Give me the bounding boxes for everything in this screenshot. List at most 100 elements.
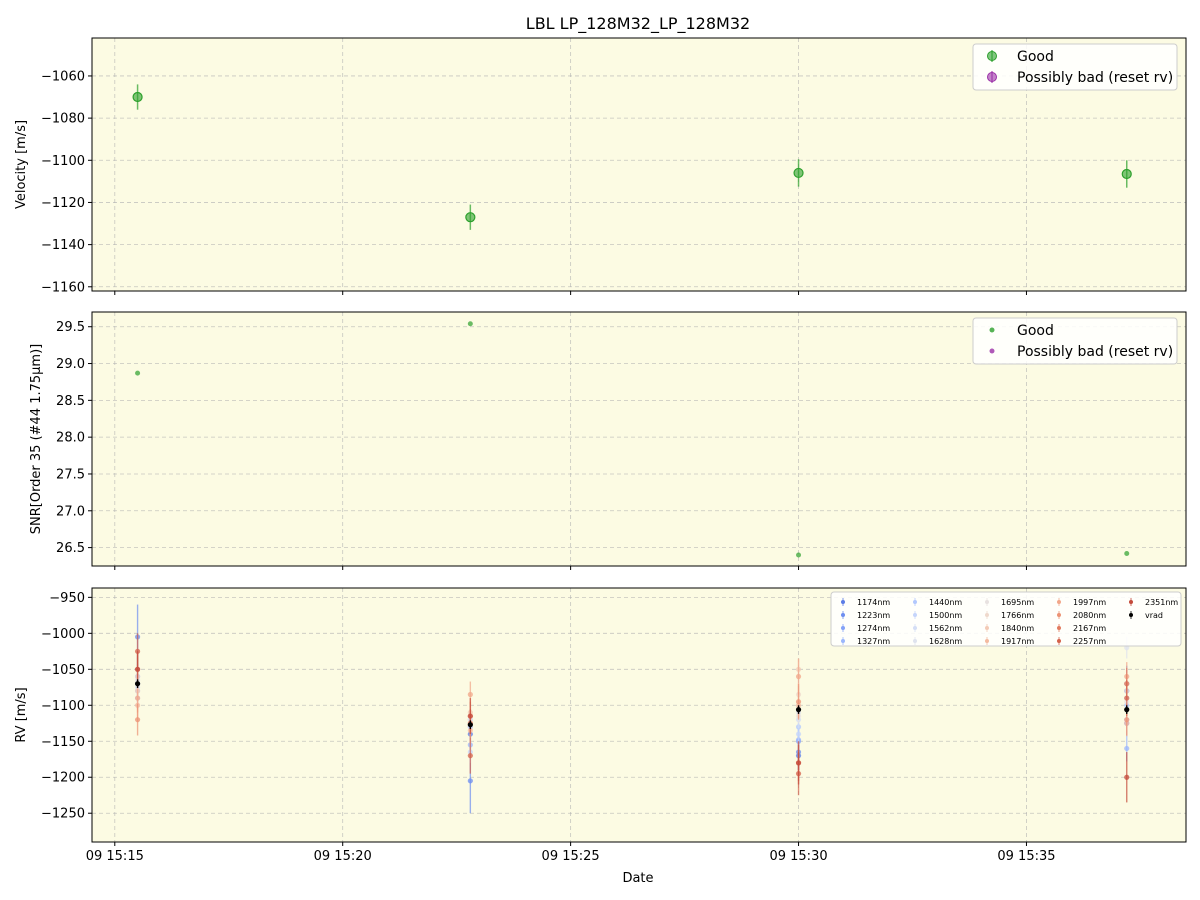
legend-label: Good <box>1017 49 1054 65</box>
legend-marker <box>913 626 917 630</box>
legend-marker <box>1129 613 1133 617</box>
y-tick-label: −1050 <box>41 663 85 678</box>
data-point <box>793 167 804 179</box>
legend-label: 1500nm <box>929 611 962 620</box>
x-tick-label: 09 15:35 <box>997 849 1055 864</box>
rv-point <box>467 713 473 719</box>
legend-label: 1562nm <box>929 624 962 633</box>
y-tick-label: −1000 <box>41 627 85 642</box>
y-tick-label: −1060 <box>41 69 85 84</box>
y-tick-label: −1100 <box>41 699 85 714</box>
y-tick-label: 29.0 <box>56 357 85 372</box>
legend-marker <box>987 72 997 82</box>
rv-point <box>1124 695 1130 701</box>
legend-marker <box>985 639 989 643</box>
x-tick-labels: 09 15:15 09 15:20 09 15:25 09 15:30 09 15:35 <box>86 849 1056 864</box>
figure: LBL LP_128M32_LP_128M32 −1060−1080−1100−… <box>14 14 1187 886</box>
x-tick-label: 09 15:25 <box>542 849 600 864</box>
legend-label: 2167nm <box>1073 624 1106 633</box>
legend-label: Possibly bad (reset rv) <box>1017 70 1173 86</box>
y-tick-label: −1120 <box>41 196 85 211</box>
y-axis-label: Velocity [m/s] <box>14 120 29 209</box>
y-tick-label: −1140 <box>41 238 85 253</box>
legend-marker <box>1057 613 1061 617</box>
vrad-point <box>1124 707 1130 713</box>
data-point <box>1121 168 1132 180</box>
y-tick-label: −1160 <box>41 280 85 295</box>
y-tick-label: −950 <box>49 591 85 606</box>
data-point <box>1124 550 1130 556</box>
legend-marker <box>841 600 845 604</box>
legend-marker <box>1057 639 1061 643</box>
rv-point <box>795 699 802 705</box>
data-point <box>796 552 802 558</box>
legend-label: 1917nm <box>1001 637 1034 646</box>
data-point <box>467 321 473 327</box>
x-tick-label: 09 15:20 <box>314 849 372 864</box>
legend-marker <box>987 51 997 61</box>
rv-point <box>134 717 141 723</box>
y-axis-label: RV [m/s] <box>14 687 29 742</box>
rv-point <box>467 778 473 784</box>
legend-label: vrad <box>1145 611 1163 620</box>
vrad-point <box>467 722 473 728</box>
data-point <box>465 212 476 223</box>
rv-point <box>795 760 802 766</box>
rv-panel: −950 −1000 −1050 −1100 −1150 −1200 −1250 RV [m/… <box>14 587 1187 846</box>
legend-marker <box>841 626 845 630</box>
x-axis-label: Date <box>622 871 653 886</box>
x-tick-label: 09 15:30 <box>769 849 827 864</box>
legend-label: 2080nm <box>1073 611 1106 620</box>
legend-marker <box>841 639 845 643</box>
y-tick-label: 27.0 <box>56 504 85 519</box>
legend-marker <box>1057 600 1061 604</box>
legend-marker <box>913 639 917 643</box>
velocity-panel: −1060 −1080 −1100 −1120 −1140 −1160 Velocity [… <box>14 37 1187 295</box>
legend-label: 1274nm <box>857 624 890 633</box>
y-tick-label: −1250 <box>41 807 85 822</box>
snr-panel: 29.5 29.0 28.5 28.0 27.5 27.0 26.5 SNR[Order 35… <box>29 311 1187 570</box>
legend-marker <box>1057 626 1061 630</box>
rv-point <box>134 666 141 672</box>
rv-point <box>467 691 473 698</box>
y-tick-label: −1200 <box>41 771 85 786</box>
y-tick-label: −1150 <box>41 735 85 750</box>
legend-label: 1628nm <box>929 637 962 646</box>
legend-label: 1766nm <box>1001 611 1034 620</box>
legend-label: 1174nm <box>857 598 890 607</box>
y-axis-label: SNR[Order 35 (#44 1.75μm)] <box>29 344 44 535</box>
rv-point <box>1124 774 1130 780</box>
x-tick-label: 09 15:15 <box>86 849 144 864</box>
legend-marker <box>841 613 845 617</box>
rv-point <box>467 753 473 759</box>
legend-label: 1223nm <box>857 611 890 620</box>
y-tick-label: −1080 <box>41 112 85 127</box>
y-tick-label: 27.5 <box>56 467 85 482</box>
rv-point <box>1124 745 1130 752</box>
chart-title: LBL LP_128M32_LP_128M32 <box>526 14 750 34</box>
rv-point <box>795 673 802 680</box>
y-tick-label: 28.0 <box>56 431 85 446</box>
y-tick-label: −1100 <box>41 154 85 169</box>
rv-point <box>795 731 802 737</box>
legend-marker <box>913 613 917 617</box>
legend-marker <box>1129 600 1133 604</box>
legend-label: 2351nm <box>1145 598 1178 607</box>
vrad-point <box>134 681 141 687</box>
data-point <box>135 370 141 376</box>
y-tick-label: 28.5 <box>56 394 85 409</box>
vrad-point <box>795 707 802 713</box>
legend-marker <box>985 613 989 617</box>
legend-label: Good <box>1017 323 1054 339</box>
legend-marker <box>985 626 989 630</box>
legend-label: 1695nm <box>1001 598 1034 607</box>
legend-label: 1997nm <box>1073 598 1106 607</box>
data-point <box>132 91 143 103</box>
legend-marker <box>985 600 989 604</box>
legend-label: 1327nm <box>857 637 890 646</box>
legend-label: 2257nm <box>1073 637 1106 646</box>
y-tick-label: 29.5 <box>56 320 85 335</box>
legend-label: Possibly bad (reset rv) <box>1017 344 1173 360</box>
legend-marker <box>989 348 995 354</box>
legend-marker <box>913 600 917 604</box>
